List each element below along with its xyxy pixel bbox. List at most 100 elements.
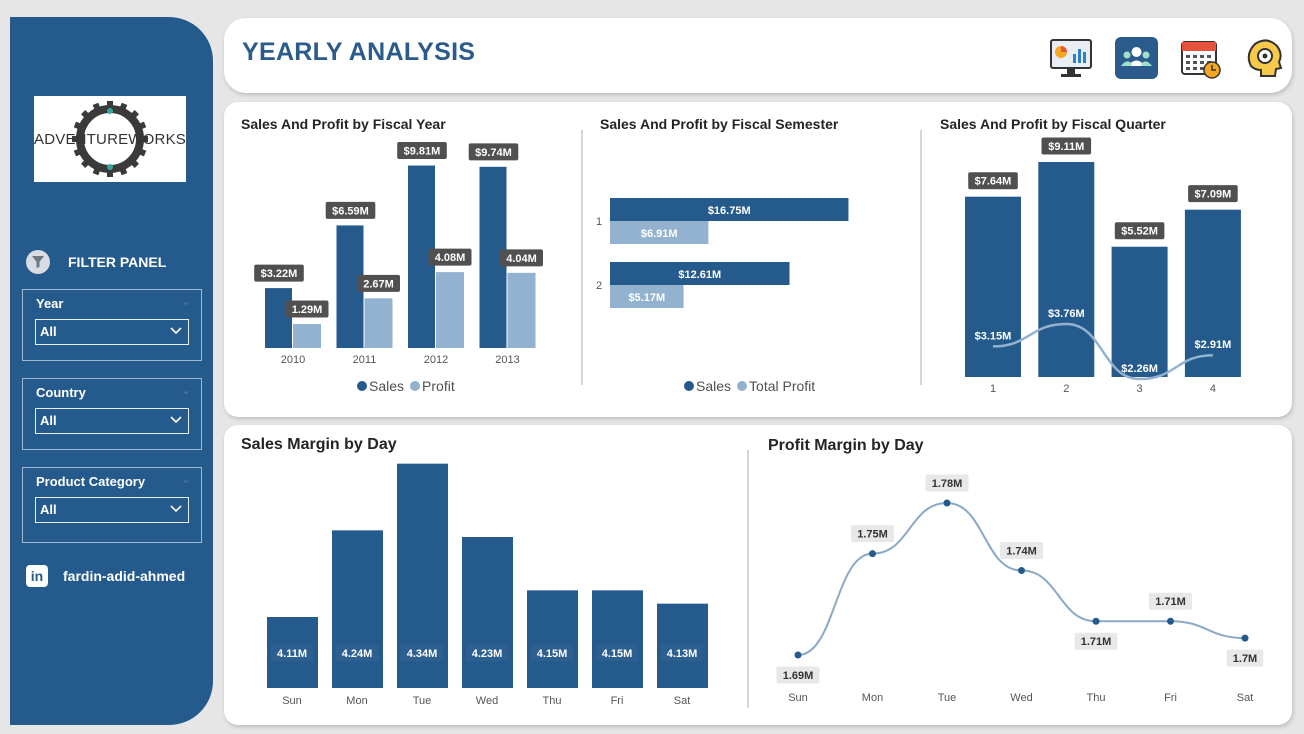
data-label: 4.24M bbox=[342, 648, 373, 660]
x-tick-label: 2012 bbox=[424, 354, 448, 366]
legend-label: Sales bbox=[696, 378, 732, 394]
sales-data-label: $7.64M bbox=[975, 176, 1012, 188]
logo-text: ADVENTUREWORKS bbox=[34, 130, 186, 148]
page-title: YEARLY ANALYSIS bbox=[242, 38, 476, 66]
x-tick-label: 2 bbox=[1063, 383, 1069, 395]
profit-bar bbox=[436, 272, 464, 348]
data-label: 1.7M bbox=[1233, 653, 1257, 665]
profit-margin-chart-panel: Profit Margin by Day 1.69M Sun 1.75M Mon 1.7… bbox=[761, 433, 1279, 715]
data-label: 4.15M bbox=[537, 648, 568, 660]
sidebar: ADVENTUREWORKS FILTER PANEL Year ⌄ All C… bbox=[10, 17, 213, 725]
legend-item-sales[interactable]: Sales bbox=[684, 378, 731, 394]
x-tick-label: 2013 bbox=[495, 354, 519, 366]
chart-title: Profit Margin by Day bbox=[768, 437, 924, 454]
chart-title: Sales Margin by Day bbox=[241, 436, 397, 453]
legend-item-sales[interactable]: Sales bbox=[357, 378, 404, 394]
filter-panel-title: FILTER PANEL bbox=[68, 254, 167, 270]
head-gear-icon[interactable] bbox=[1243, 36, 1287, 80]
x-tick-label: Wed bbox=[1010, 692, 1032, 704]
x-tick-label: Sun bbox=[282, 695, 302, 707]
x-tick-label: Mon bbox=[862, 692, 883, 704]
sales-data-label: $9.81M bbox=[404, 146, 441, 158]
product-category-slicer-label: Product Category bbox=[36, 474, 146, 489]
sales-data-label: $6.59M bbox=[332, 205, 369, 217]
calendar-icon[interactable] bbox=[1179, 36, 1223, 80]
year-slicer: Year ⌄ All bbox=[22, 289, 202, 361]
sales-bar bbox=[1111, 246, 1168, 377]
data-label: 1.78M bbox=[932, 478, 963, 490]
chevron-down-icon[interactable]: ⌄ bbox=[181, 472, 191, 486]
data-label: 1.75M bbox=[857, 529, 888, 541]
chevron-down-icon bbox=[170, 505, 182, 513]
profit-bar bbox=[364, 298, 393, 348]
chevron-down-icon[interactable]: ⌄ bbox=[181, 294, 191, 308]
chevron-down-icon[interactable]: ⌄ bbox=[181, 383, 191, 397]
x-tick-label: Sun bbox=[788, 692, 808, 704]
data-label: 4.15M bbox=[602, 648, 633, 660]
sales-margin-chart-panel: Sales Margin by Day 4.11M Sun 4.24M Mon 4.34… bbox=[231, 433, 739, 715]
legend-item-profit[interactable]: Profit bbox=[410, 378, 455, 394]
dashboard-icon[interactable] bbox=[1049, 36, 1093, 80]
linkedin-link[interactable]: in fardin-adid-ahmed bbox=[26, 565, 185, 587]
fiscal-semester-chart-panel: Sales And Profit by Fiscal Semester $16.… bbox=[590, 112, 910, 405]
chart-title: Sales And Profit by Fiscal Year bbox=[241, 116, 446, 132]
data-label: 4.13M bbox=[667, 648, 698, 660]
country-slicer-label: Country bbox=[36, 385, 86, 400]
profit-margin-chart: 1.69M Sun 1.75M Mon 1.78M Tue 1.74M Wed 1.71M Thu… bbox=[776, 474, 1264, 704]
year-slicer-label: Year bbox=[36, 296, 64, 311]
year-dropdown-value: All bbox=[40, 324, 57, 339]
x-tick-label: Mon bbox=[346, 695, 367, 707]
profit-data-label: $3.15M bbox=[975, 330, 1012, 342]
product-category-dropdown[interactable]: All bbox=[35, 497, 189, 523]
team-icon[interactable] bbox=[1115, 37, 1158, 79]
data-label: 4.11M bbox=[277, 648, 307, 660]
data-point bbox=[794, 651, 802, 659]
linkedin-icon[interactable]: in bbox=[26, 565, 48, 587]
x-tick-label: Thu bbox=[543, 695, 562, 707]
filter-panel-header: FILTER PANEL bbox=[26, 250, 166, 274]
x-tick-label: 2011 bbox=[353, 354, 377, 366]
daily-margin-card: Sales Margin by Day 4.11M Sun 4.24M Mon 4.34… bbox=[224, 425, 1292, 725]
x-tick-label: Tue bbox=[413, 695, 432, 707]
linkedin-handle[interactable]: fardin-adid-ahmed bbox=[63, 568, 185, 584]
sales-margin-bar bbox=[332, 530, 383, 688]
country-slicer: Country ⌄ All bbox=[22, 378, 202, 450]
x-tick-label: Wed bbox=[476, 695, 498, 707]
fiscal-semester-chart: $16.75M $6.91M 1 $12.61M $5.17M 2 bbox=[596, 198, 849, 308]
y-tick-label: 2 bbox=[596, 280, 602, 292]
fiscal-quarter-chart: $7.64M 1 $9.11M 2 $5.52M 3 $7.09M 4 $3.15M $3.76M… bbox=[965, 137, 1241, 395]
legend-item-total-profit[interactable]: Total Profit bbox=[737, 378, 815, 394]
product-category-slicer: Product Category ⌄ All bbox=[22, 467, 202, 543]
profit-bar bbox=[507, 272, 536, 348]
year-dropdown[interactable]: All bbox=[35, 319, 189, 345]
sales-data-label: $16.75M bbox=[708, 205, 751, 217]
product-category-dropdown-value: All bbox=[40, 502, 57, 517]
data-label: 4.23M bbox=[472, 648, 503, 660]
country-dropdown[interactable]: All bbox=[35, 408, 189, 434]
fiscal-year-chart-panel: Sales And Profit by Fiscal Year $3.22M 1.… bbox=[231, 112, 577, 405]
data-label: 1.71M bbox=[1081, 636, 1112, 648]
chevron-down-icon bbox=[170, 416, 182, 424]
x-tick-label: Thu bbox=[1087, 692, 1106, 704]
sales-data-label: $9.11M bbox=[1048, 141, 1084, 153]
country-dropdown-value: All bbox=[40, 413, 57, 428]
profit-line bbox=[992, 322, 1213, 381]
profit-data-label: $3.76M bbox=[1048, 308, 1085, 320]
sales-bar bbox=[1184, 209, 1241, 377]
chart-legend: Sales Total Profit bbox=[684, 378, 815, 394]
sales-margin-bar bbox=[592, 590, 643, 688]
fiscal-year-chart: $3.22M 1.29M 2010 $6.59M 2.67M 2011 $9.81M 4.08… bbox=[254, 142, 543, 366]
profit-data-label: 2.67M bbox=[363, 278, 394, 290]
profit-data-label: $5.17M bbox=[628, 292, 665, 304]
fiscal-charts-card: Sales And Profit by Fiscal Year $3.22M 1.… bbox=[224, 102, 1292, 417]
data-point bbox=[1167, 617, 1174, 625]
chart-title: Sales And Profit by Fiscal Quarter bbox=[940, 116, 1166, 132]
profit-data-label: 1.29M bbox=[292, 304, 323, 316]
y-tick-label: 1 bbox=[596, 216, 602, 228]
profit-data-label: $2.26M bbox=[1121, 363, 1158, 375]
data-point bbox=[1092, 617, 1100, 625]
x-tick-label: 4 bbox=[1210, 383, 1216, 395]
profit-data-label: 4.08M bbox=[435, 252, 466, 264]
fiscal-quarter-chart-panel: Sales And Profit by Fiscal Quarter $7.64… bbox=[930, 112, 1278, 405]
data-label: 1.74M bbox=[1006, 546, 1037, 558]
